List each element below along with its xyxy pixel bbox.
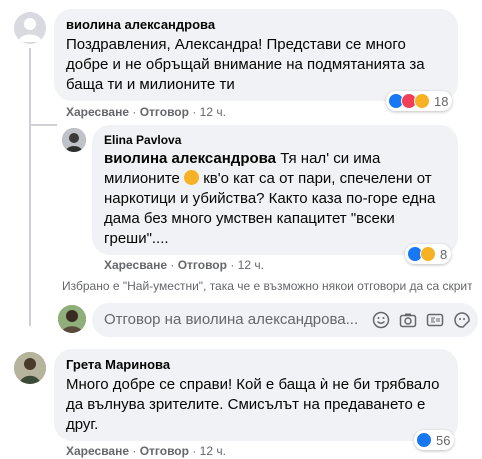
comment-text-line: добре и не обръщай внимание на подмятани… xyxy=(66,56,425,73)
gif-icon[interactable] xyxy=(426,311,444,329)
reply-actions: Харесване · Отговор · 12 ч. xyxy=(104,258,264,272)
reply-input[interactable]: Отговор на виолина александрова... xyxy=(92,303,478,337)
avatar[interactable] xyxy=(14,352,46,384)
reaction-count: 18 xyxy=(434,93,449,109)
reaction-count: 56 xyxy=(436,432,451,448)
timestamp[interactable]: 12 ч. xyxy=(200,444,226,458)
emoji-icon[interactable] xyxy=(372,311,390,329)
reply-button[interactable]: Отговор xyxy=(178,258,227,272)
like-reaction-icon xyxy=(416,432,432,448)
thread-branch xyxy=(29,124,57,126)
avatar[interactable] xyxy=(62,128,86,152)
reaction-count: 8 xyxy=(440,246,448,262)
comment-text-line: баща ти и милионите ти xyxy=(66,76,235,93)
reply-text-line: виолина александрова Тя нал' си има xyxy=(104,150,381,167)
reply-text-line: милионите кв'о кат са от пари, спечелени… xyxy=(104,170,432,187)
like-button[interactable]: Харесване xyxy=(66,444,129,458)
winking-emoji-icon xyxy=(184,170,200,185)
reply-button[interactable]: Отговор xyxy=(140,105,189,119)
haha-reaction-icon xyxy=(414,93,430,109)
comment-text-line: да вълнува зрителите. Смисълът на предав… xyxy=(66,396,426,413)
default-avatar-icon xyxy=(18,18,42,42)
comment-text-line: Поздравления, Александра! Представи се м… xyxy=(66,36,406,53)
profile-photo-icon xyxy=(62,128,86,152)
reply-text-line: наркотици и убийства? Както каза по-горе… xyxy=(104,190,436,207)
filter-note: Избрано е "Най-уместни", така че е възмо… xyxy=(62,279,472,293)
reply-bubble: Elina Pavlova виолина александрова Тя на… xyxy=(92,125,458,255)
reply-author[interactable]: Elina Pavlova xyxy=(104,132,181,148)
comment-bubble: Грета Маринова Много добре се справи! Ко… xyxy=(54,349,458,441)
mention-link[interactable]: виолина александрова xyxy=(104,150,276,167)
comment-author[interactable]: виолина александрова xyxy=(66,17,215,33)
comment-actions: Харесване · Отговор · 12 ч. xyxy=(66,105,226,119)
reply-button[interactable]: Отговор xyxy=(140,444,189,458)
comment-actions: Харесване · Отговор · 12 ч. xyxy=(66,444,226,458)
reply-input-placeholder: Отговор на виолина александрова... xyxy=(104,311,359,328)
profile-photo-icon xyxy=(14,352,46,384)
comment-text-line: друг. xyxy=(66,416,99,433)
comment-bubble: виолина александрова Поздравления, Алекс… xyxy=(54,9,458,101)
sticker-icon[interactable] xyxy=(453,311,471,329)
profile-photo-icon xyxy=(58,305,86,333)
avatar[interactable] xyxy=(14,12,46,44)
reactions-summary[interactable]: 18 xyxy=(386,91,453,111)
like-button[interactable]: Харесване xyxy=(104,258,167,272)
thread-line xyxy=(29,48,31,326)
haha-reaction-icon xyxy=(420,246,436,262)
timestamp[interactable]: 12 ч. xyxy=(238,258,264,272)
comment-author[interactable]: Грета Маринова xyxy=(66,357,170,373)
timestamp[interactable]: 12 ч. xyxy=(200,105,226,119)
comment-text-line: Много добре се справи! Кой е баща ѝ не б… xyxy=(66,376,440,393)
like-button[interactable]: Харесване xyxy=(66,105,129,119)
reply-text-line: греши".... xyxy=(104,230,169,247)
reactions-summary[interactable]: 8 xyxy=(405,244,452,264)
camera-icon[interactable] xyxy=(399,311,417,329)
reactions-summary[interactable]: 56 xyxy=(414,430,455,450)
reply-text-line: дама без много умствен капацитет "всеки xyxy=(104,210,395,227)
current-user-avatar[interactable] xyxy=(58,305,86,333)
